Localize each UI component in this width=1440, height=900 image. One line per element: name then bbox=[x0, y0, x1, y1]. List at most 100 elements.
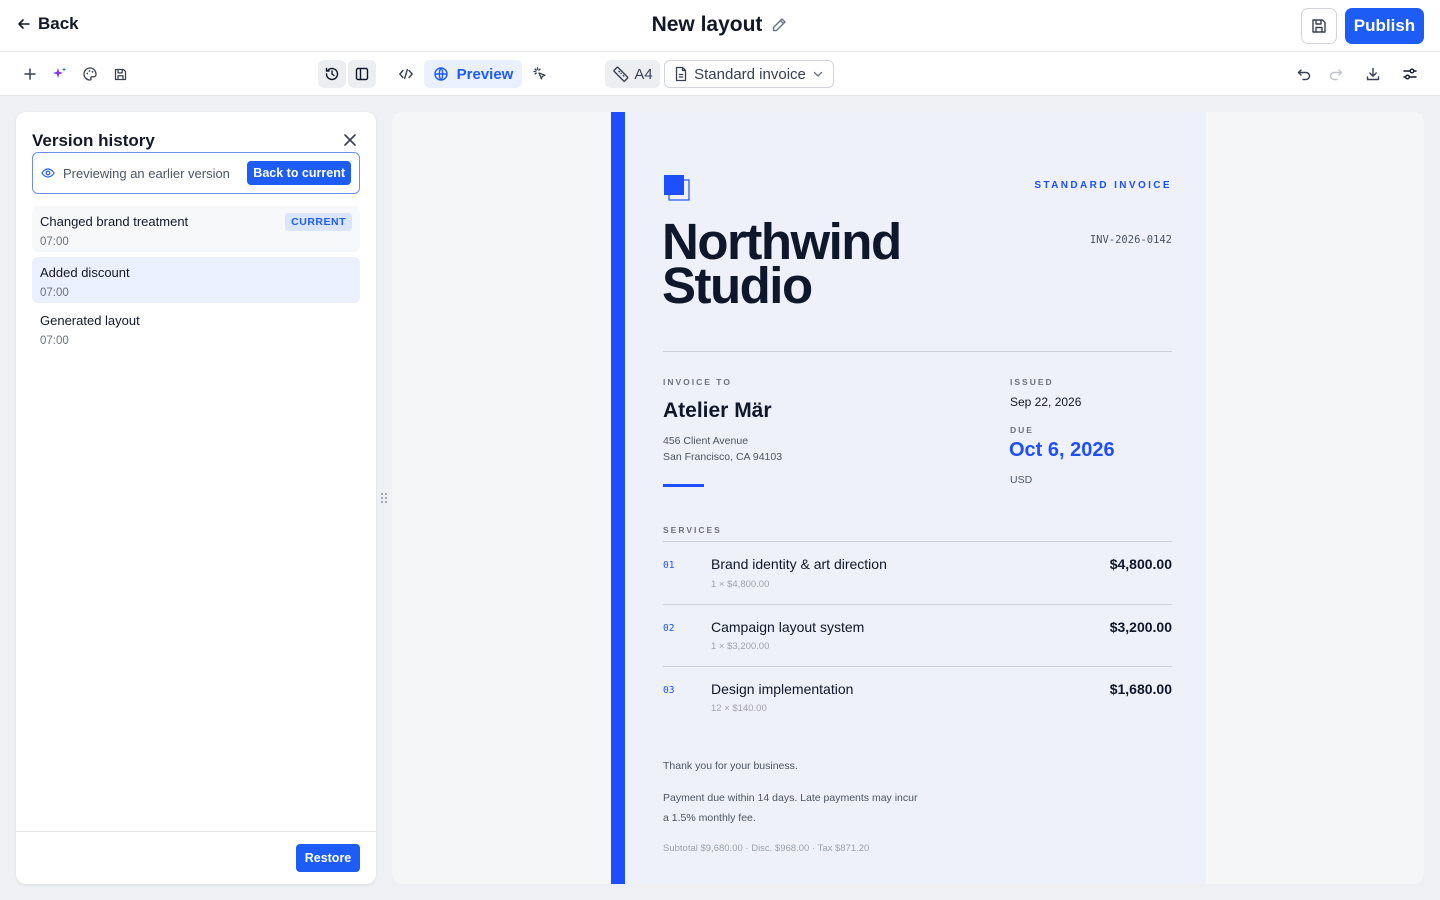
line-item-detail: 1 × $3,200.00 bbox=[711, 641, 770, 652]
close-panel-button[interactable] bbox=[340, 130, 360, 150]
issued-label: ISSUED bbox=[1010, 377, 1054, 387]
template-label: Standard invoice bbox=[694, 65, 806, 83]
panel-footer-divider bbox=[16, 831, 376, 832]
version-time: 07:00 bbox=[40, 287, 69, 299]
line-item-amount: $1,680.00 bbox=[1109, 681, 1172, 697]
theme-button[interactable] bbox=[76, 60, 104, 88]
page-size-label: A4 bbox=[634, 65, 653, 83]
line-item-name: Campaign layout system bbox=[711, 619, 865, 635]
document-type-label: STANDARD INVOICE bbox=[1034, 180, 1172, 191]
payment-terms: Payment due within 14 days. Late payment… bbox=[663, 792, 918, 824]
drag-handle-icon bbox=[380, 492, 388, 504]
sliders-icon bbox=[1403, 68, 1417, 80]
plus-icon bbox=[24, 68, 36, 80]
panel-resize-handle[interactable] bbox=[379, 490, 389, 506]
save-template-button[interactable] bbox=[106, 60, 134, 88]
palette-icon bbox=[83, 67, 97, 81]
history-icon bbox=[325, 67, 339, 81]
code-icon bbox=[399, 68, 413, 80]
settings-button[interactable] bbox=[1396, 60, 1424, 88]
divider bbox=[663, 351, 1172, 352]
invoice-page: STANDARD INVOICE Northwind Studio INV-20… bbox=[611, 112, 1206, 884]
version-item[interactable]: Changed brand treatment 07:00 CURRENT bbox=[32, 206, 360, 252]
preview-notice: Previewing an earlier version Back to cu… bbox=[32, 152, 360, 194]
download-button[interactable] bbox=[1359, 60, 1387, 88]
globe-icon bbox=[433, 67, 448, 81]
arrow-left-icon bbox=[18, 19, 30, 29]
client-address-line: San Francisco, CA 94103 bbox=[663, 451, 783, 463]
due-label: DUE bbox=[1010, 425, 1034, 435]
add-button[interactable] bbox=[16, 60, 44, 88]
document-icon bbox=[675, 66, 687, 82]
line-item-detail: 12 × $140.00 bbox=[711, 703, 767, 714]
version-item[interactable]: Generated layout 07:00 bbox=[32, 305, 360, 351]
client-name: Atelier Mär bbox=[663, 399, 772, 422]
company-name: Northwind Studio bbox=[662, 213, 902, 314]
line-item-amount: $4,800.00 bbox=[1109, 556, 1172, 572]
version-name: Added discount bbox=[40, 265, 130, 280]
version-time: 07:00 bbox=[40, 335, 69, 347]
page-size-button[interactable]: A4 bbox=[605, 60, 660, 88]
version-history-panel: Version history Previewing an earlier ve… bbox=[16, 112, 376, 884]
preview-canvas: STANDARD INVOICE Northwind Studio INV-20… bbox=[392, 112, 1424, 884]
currency: USD bbox=[1010, 474, 1033, 486]
back-to-current-button[interactable]: Back to current bbox=[247, 161, 351, 185]
back-label: Back bbox=[38, 14, 79, 33]
page-title: New layout bbox=[651, 13, 763, 36]
floppy-disk-icon bbox=[114, 68, 126, 80]
code-view-button[interactable] bbox=[392, 60, 420, 88]
undo-button[interactable] bbox=[1290, 60, 1318, 88]
divider bbox=[663, 604, 1172, 605]
download-icon bbox=[1366, 67, 1380, 81]
version-time: 07:00 bbox=[40, 236, 69, 248]
line-item-amount: $3,200.00 bbox=[1109, 619, 1172, 635]
thank-you-note: Thank you for your business. bbox=[663, 760, 798, 772]
client-address-line: 456 Client Avenue bbox=[663, 435, 749, 447]
invoice-to-label: INVOICE TO bbox=[663, 377, 732, 387]
accent-underline bbox=[663, 484, 704, 487]
chevron-down-icon bbox=[813, 71, 823, 77]
title-area: New layout bbox=[0, 13, 1440, 37]
line-item-name: Design implementation bbox=[711, 681, 854, 697]
preview-toggle[interactable]: Preview bbox=[424, 60, 522, 88]
toggle-sidebar-button[interactable] bbox=[348, 60, 376, 88]
toolbar: Preview A4 Standard invoice bbox=[0, 52, 1440, 133]
ruler-icon bbox=[613, 66, 629, 82]
sidebar-icon bbox=[355, 67, 369, 81]
line-item-name: Brand identity & art direction bbox=[711, 556, 887, 572]
sparkles-icon bbox=[53, 67, 66, 78]
select-element-button[interactable] bbox=[526, 60, 554, 88]
publish-button[interactable]: Publish bbox=[1345, 8, 1424, 44]
save-button[interactable] bbox=[1301, 8, 1337, 44]
invoice-number: INV-2026-0142 bbox=[1089, 234, 1172, 246]
version-history-button[interactable] bbox=[318, 60, 346, 88]
floppy-disk-icon bbox=[1312, 19, 1326, 33]
panel-title: Version history bbox=[32, 131, 155, 150]
version-name: Generated layout bbox=[40, 313, 140, 328]
undo-icon bbox=[1297, 69, 1311, 81]
redo-icon bbox=[1329, 69, 1343, 81]
current-badge: CURRENT bbox=[285, 213, 352, 231]
divider bbox=[663, 541, 1172, 542]
totals-summary: Subtotal $9,680.00 · Disc. $968.00 · Tax… bbox=[663, 843, 870, 854]
ai-generate-button[interactable] bbox=[46, 60, 74, 88]
close-icon bbox=[344, 134, 356, 146]
template-select[interactable]: Standard invoice bbox=[664, 60, 834, 88]
line-item-number: 03 bbox=[663, 685, 675, 696]
pencil-icon bbox=[773, 18, 787, 32]
services-label: SERVICES bbox=[663, 525, 722, 535]
issued-date: Sep 22, 2026 bbox=[1010, 395, 1082, 409]
redo-button[interactable] bbox=[1322, 60, 1350, 88]
back-button[interactable]: Back bbox=[16, 14, 79, 34]
line-item-detail: 1 × $4,800.00 bbox=[711, 579, 770, 590]
rename-button[interactable] bbox=[770, 16, 788, 34]
top-bar: Back New layout Publish bbox=[0, 0, 1440, 52]
pointer-click-icon bbox=[533, 67, 546, 80]
version-item[interactable]: Added discount 07:00 bbox=[32, 257, 360, 303]
eye-icon bbox=[41, 168, 55, 178]
due-date: Oct 6, 2026 bbox=[1009, 439, 1115, 461]
restore-button[interactable]: Restore bbox=[296, 844, 360, 872]
logo-icon bbox=[664, 175, 690, 201]
notice-text: Previewing an earlier version bbox=[63, 165, 230, 181]
line-item-number: 02 bbox=[663, 623, 675, 634]
